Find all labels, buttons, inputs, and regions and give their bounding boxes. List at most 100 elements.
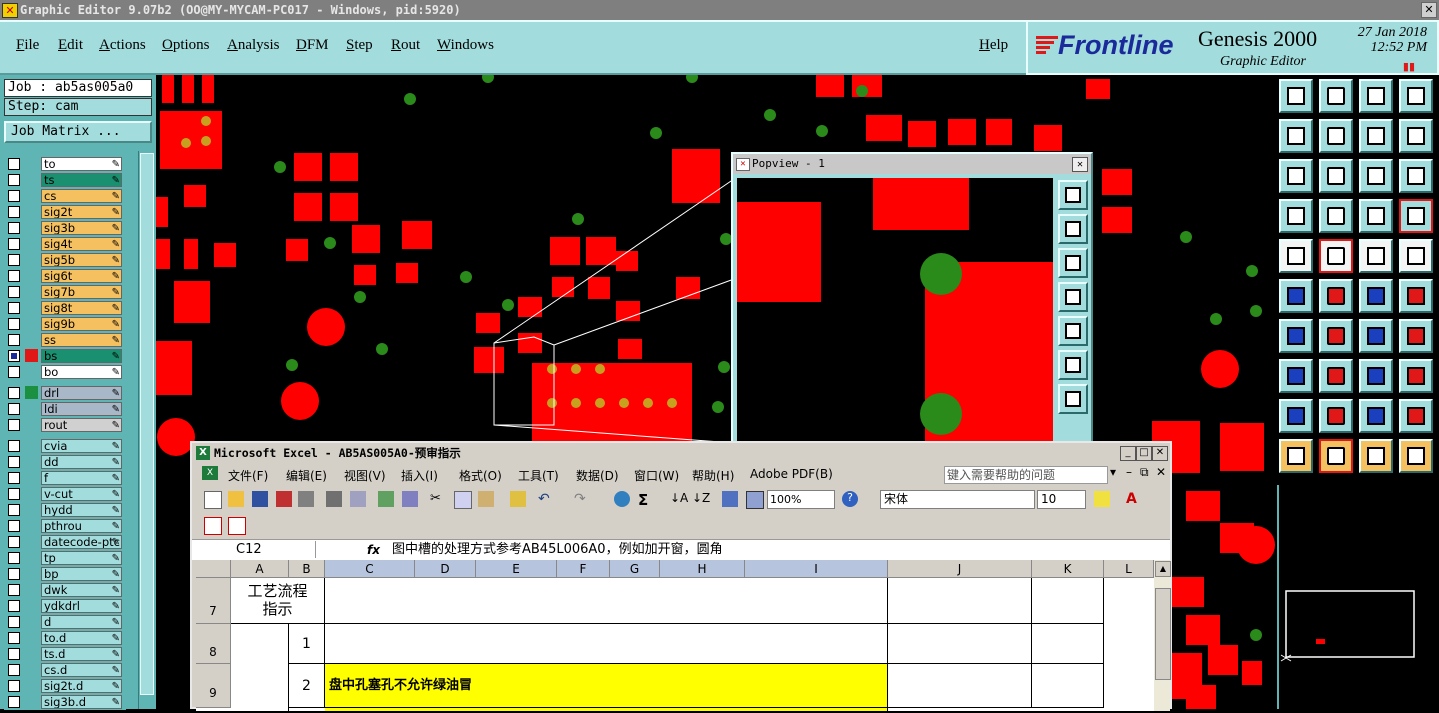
spreadsheet-grid[interactable]: A B C D E F G H I J K L 7 8 9 工艺流程指示 1 2… <box>196 560 1154 711</box>
cell[interactable] <box>1032 664 1104 708</box>
print-preview-icon[interactable] <box>350 491 366 507</box>
angle-icon[interactable] <box>1279 319 1313 353</box>
layer-row[interactable]: sig3b.d ✎ <box>4 694 126 710</box>
layer-row[interactable]: cvia ✎ <box>4 438 126 454</box>
layer-checkbox[interactable] <box>8 456 20 468</box>
name-box[interactable]: C12 <box>196 541 316 558</box>
layer-row[interactable]: ts ✎ <box>4 172 126 188</box>
layer-color-swatch[interactable] <box>25 503 38 516</box>
copy-icon[interactable] <box>454 491 472 509</box>
layer-row[interactable]: hydd ✎ <box>4 502 126 518</box>
layer-color-swatch[interactable] <box>25 285 38 298</box>
layer-row[interactable]: pthrou ✎ <box>4 518 126 534</box>
pan-right-icon[interactable] <box>1319 119 1353 153</box>
cell[interactable] <box>888 578 1032 624</box>
layer-name[interactable]: ydkdrl ✎ <box>41 599 122 613</box>
layer-row[interactable]: v-cut ✎ <box>4 486 126 502</box>
layer-name[interactable]: pthrou ✎ <box>41 519 122 533</box>
layer-color-swatch[interactable] <box>25 647 38 660</box>
layer-color-swatch[interactable] <box>25 269 38 282</box>
layer-row[interactable]: cs.d ✎ <box>4 662 126 678</box>
popview-close-button[interactable]: ✕ <box>1072 157 1088 172</box>
layer-row[interactable]: ldi ✎ <box>4 401 126 417</box>
layer-checkbox[interactable] <box>8 568 20 580</box>
pop-center-icon[interactable] <box>1058 384 1088 414</box>
menu-analysis[interactable]: Analysis <box>227 37 280 54</box>
sort-ascending-icon[interactable]: ↓A <box>670 491 688 507</box>
layer-checkbox[interactable] <box>8 206 20 218</box>
feature-move-icon[interactable] <box>1279 359 1313 393</box>
layer-checkbox[interactable] <box>8 334 20 346</box>
rotate-icon[interactable] <box>1399 279 1433 313</box>
layer-color-swatch[interactable] <box>25 221 38 234</box>
layer-checkbox[interactable] <box>8 632 20 644</box>
layer-row[interactable]: sig9b ✎ <box>4 316 126 332</box>
layer-row[interactable]: sig8t ✎ <box>4 300 126 316</box>
layer-name[interactable]: sig2t.d ✎ <box>41 679 122 693</box>
dimension-icon[interactable] <box>1359 359 1393 393</box>
column-header[interactable]: F <box>557 560 610 578</box>
layer-name[interactable]: sig3b.d ✎ <box>41 695 122 709</box>
job-matrix-button[interactable]: Job Matrix ... <box>4 121 152 143</box>
layer-name[interactable]: ldi ✎ <box>41 402 122 416</box>
xmenu-window[interactable]: 窗口(W) <box>634 467 679 484</box>
chart-wizard-icon[interactable] <box>722 491 738 507</box>
paste-icon[interactable] <box>478 491 494 507</box>
layer-checkbox[interactable] <box>8 520 20 532</box>
scroll-thumb[interactable] <box>1155 588 1171 680</box>
layer-row[interactable]: ts.d ✎ <box>4 646 126 662</box>
permission-icon[interactable] <box>276 491 292 507</box>
layer-name[interactable]: bo ✎ <box>41 365 122 379</box>
layer-row[interactable]: to ✎ <box>4 156 126 172</box>
traffic-light-icon[interactable] <box>1359 199 1393 233</box>
layer-checkbox[interactable] <box>8 387 20 399</box>
select-net-icon[interactable] <box>1399 439 1433 473</box>
layer-row[interactable]: sig7b ✎ <box>4 284 126 300</box>
cell[interactable] <box>325 624 888 664</box>
layer-row[interactable]: drl ✎ <box>4 385 126 401</box>
surface-icon[interactable] <box>1399 239 1433 273</box>
row-header[interactable]: 7 <box>196 578 231 624</box>
layer-name[interactable]: sig8t ✎ <box>41 301 122 315</box>
layer-checkbox[interactable] <box>8 222 20 234</box>
layer-checkbox[interactable] <box>8 350 20 362</box>
layer-name[interactable]: d ✎ <box>41 615 122 629</box>
ruler-icon[interactable] <box>1359 239 1393 273</box>
layer-color-swatch[interactable] <box>25 567 38 580</box>
excel-window[interactable]: X Microsoft Excel - AB5AS005A0-预审指示 _ □ … <box>190 441 1172 711</box>
overview-panel[interactable] <box>1277 485 1439 709</box>
layer-row[interactable]: sig5b ✎ <box>4 252 126 268</box>
cell[interactable] <box>231 624 289 711</box>
help-icon[interactable]: ? <box>842 491 858 507</box>
excel-close-button[interactable]: ✕ <box>1152 446 1168 461</box>
layer-name[interactable]: to ✎ <box>41 157 122 171</box>
scrollbar-thumb[interactable] <box>140 153 154 695</box>
zoom-fit-icon[interactable] <box>1279 159 1313 193</box>
item-number-cell[interactable]: 1 <box>289 624 325 664</box>
column-header[interactable]: D <box>415 560 476 578</box>
swap-icon[interactable] <box>1359 119 1393 153</box>
layer-up-icon[interactable] <box>1279 79 1313 113</box>
layer-name[interactable]: sig3b ✎ <box>41 221 122 235</box>
layer-checkbox[interactable] <box>8 472 20 484</box>
net-icon[interactable] <box>1399 199 1433 233</box>
layer-row[interactable]: ss ✎ <box>4 332 126 348</box>
new-file-icon[interactable] <box>204 491 222 509</box>
font-color-icon[interactable]: A <box>1126 491 1142 507</box>
layer-checkbox[interactable] <box>8 238 20 250</box>
layer-name[interactable]: sig6t ✎ <box>41 269 122 283</box>
doc-close-button[interactable]: ✕ <box>1156 465 1166 479</box>
layer-checkbox[interactable] <box>8 174 20 186</box>
layer-row[interactable]: ydkdrl ✎ <box>4 598 126 614</box>
layer-checkbox[interactable] <box>8 584 20 596</box>
layer-name[interactable]: ts ✎ <box>41 173 122 187</box>
layer-name[interactable]: ts.d ✎ <box>41 647 122 661</box>
line-icon[interactable] <box>1319 319 1353 353</box>
slot-icon[interactable] <box>1359 399 1393 433</box>
process-header-cell[interactable]: 工艺流程指示 <box>231 578 325 624</box>
cell[interactable] <box>325 708 888 711</box>
pad-add-icon[interactable] <box>1279 239 1313 273</box>
popview-window[interactable]: ✕ Popview - 1 ✕ <box>731 152 1093 454</box>
cross-select-icon[interactable] <box>1319 279 1353 313</box>
layer-color-swatch[interactable] <box>25 679 38 692</box>
